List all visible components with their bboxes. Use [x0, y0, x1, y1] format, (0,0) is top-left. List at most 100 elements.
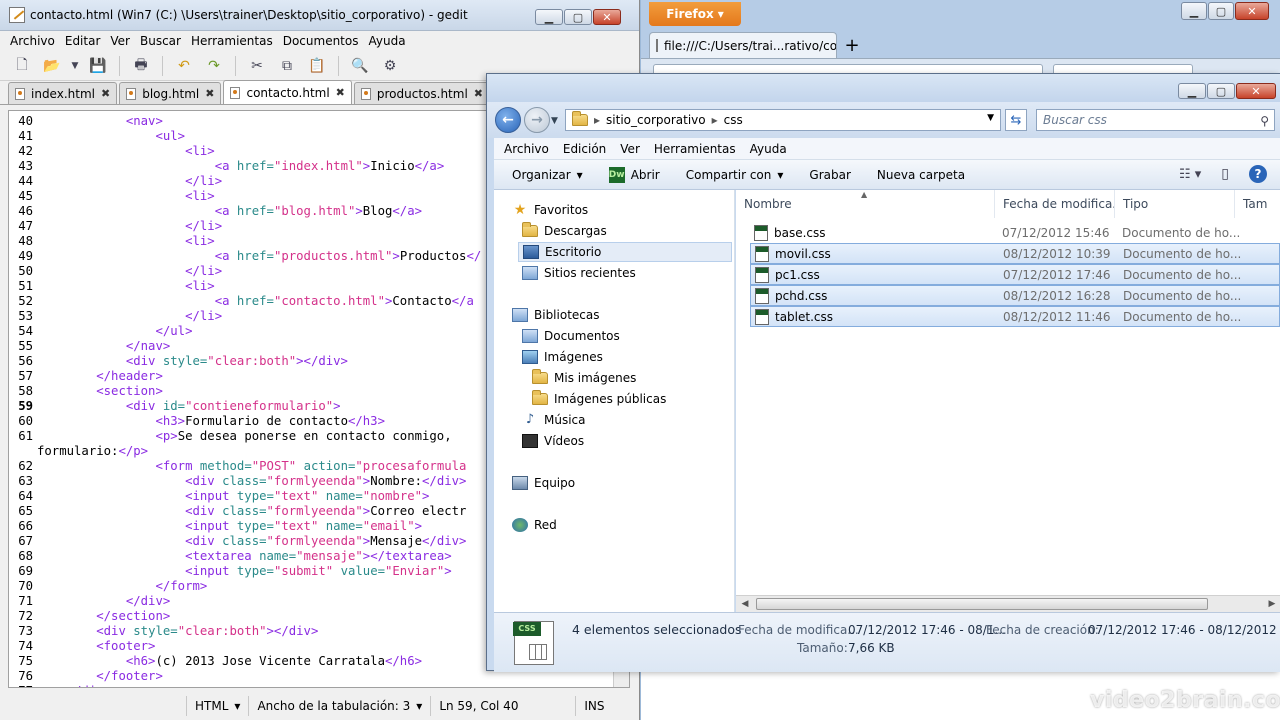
menu-ayuda[interactable]: Ayuda — [750, 142, 787, 156]
menu-documentos[interactable]: Documentos — [283, 34, 359, 48]
column-header-size[interactable]: Tam — [1235, 190, 1280, 218]
tab-width-selector[interactable]: Ancho de la tabulación: 3 ▾ — [248, 696, 430, 716]
close-tab-icon[interactable]: ✖ — [101, 87, 110, 100]
print-icon[interactable]: 🖶 — [129, 55, 153, 77]
nav-imagenes[interactable]: Imágenes — [522, 347, 603, 367]
nav-mis-imagenes[interactable]: Mis imágenes — [532, 368, 636, 388]
file-row[interactable]: pchd.css 08/12/2012 16:28 Documento de h… — [750, 285, 1280, 306]
maximize-button[interactable]: ▢ — [1207, 83, 1235, 99]
back-button[interactable]: ← — [495, 107, 521, 133]
nav-equipo[interactable]: Equipo — [512, 473, 575, 493]
line-text: <div style="clear:both"></div> — [96, 624, 319, 638]
menu-herramientas[interactable]: Herramientas — [654, 142, 736, 156]
close-button[interactable]: ✕ — [1235, 2, 1269, 20]
firefox-menu-label: Firefox — [666, 7, 714, 21]
chevron-down-icon[interactable]: ▼ — [987, 113, 994, 123]
refresh-icon[interactable]: ⇆ — [1005, 109, 1027, 131]
nav-sitios-recientes[interactable]: Sitios recientes — [522, 263, 636, 283]
line-text: <section> — [96, 384, 163, 398]
language-selector[interactable]: HTML ▾ — [186, 696, 248, 716]
undo-icon[interactable]: ↶ — [172, 55, 196, 77]
menu-editar[interactable]: Editar — [65, 34, 101, 48]
menu-ver[interactable]: Ver — [110, 34, 130, 48]
new-document-icon[interactable]: 🗋 — [10, 55, 34, 77]
chevron-down-icon[interactable]: ▼ — [70, 55, 80, 77]
redo-icon[interactable]: ↷ — [202, 55, 226, 77]
preview-pane-icon[interactable]: ▯ — [1221, 166, 1229, 182]
line-text: <input type="text" name="email"> — [185, 519, 423, 533]
minimize-button[interactable]: ▁ — [1181, 2, 1207, 20]
new-folder-button[interactable]: Nueva carpeta — [877, 168, 977, 182]
nav-escritorio[interactable]: Escritorio — [518, 242, 732, 262]
tab-index-html[interactable]: index.html ✖ — [8, 82, 118, 104]
menu-ayuda[interactable]: Ayuda — [368, 34, 405, 48]
chevron-down-icon: ▾ — [234, 699, 241, 713]
nav-descargas[interactable]: Descargas — [522, 221, 607, 241]
search-icon[interactable]: 🔍 — [348, 55, 372, 77]
nav-videos[interactable]: Vídeos — [522, 431, 584, 451]
tab-blog-html[interactable]: blog.html ✖ — [119, 82, 222, 104]
nav-bibliotecas[interactable]: Bibliotecas — [512, 305, 599, 325]
firefox-menu-button[interactable]: Firefox ▾ — [649, 2, 741, 26]
organize-button[interactable]: Organizar ▾ — [512, 168, 595, 182]
burn-button[interactable]: Grabar — [809, 168, 863, 182]
css-file-icon — [755, 266, 769, 283]
explorer-window[interactable]: ▁ ▢ ✕ ← → ▼ ▸ sitio_corporativo ▸ css ▼ … — [486, 73, 1280, 672]
view-options-icon[interactable]: ☷ ▾ — [1179, 167, 1201, 182]
replace-icon[interactable]: ⚙ — [378, 55, 402, 77]
file-row[interactable]: tablet.css 08/12/2012 11:46 Documento de… — [750, 306, 1280, 327]
close-button[interactable]: ✕ — [593, 9, 621, 25]
breadcrumb-item[interactable]: css — [724, 113, 743, 127]
close-button[interactable]: ✕ — [1236, 83, 1276, 99]
maximize-button[interactable]: ▢ — [564, 9, 592, 25]
menu-ver[interactable]: Ver — [620, 142, 640, 156]
maximize-button[interactable]: ▢ — [1208, 2, 1234, 20]
help-icon[interactable]: ? — [1249, 165, 1267, 183]
menu-archivo[interactable]: Archivo — [504, 142, 549, 156]
nav-documentos[interactable]: Documentos — [522, 326, 620, 346]
breadcrumb-item[interactable]: sitio_corporativo — [606, 113, 706, 127]
nav-favoritos[interactable]: ★ Favoritos — [512, 200, 588, 220]
recent-pages-icon[interactable]: ▼ — [551, 116, 558, 126]
new-tab-button[interactable]: + — [841, 34, 863, 56]
column-header-type[interactable]: Tipo — [1115, 190, 1235, 218]
tab-contacto-html[interactable]: contacto.html ✖ — [223, 80, 352, 104]
open-folder-icon[interactable]: 📂 — [40, 55, 64, 77]
forward-button[interactable]: → — [524, 107, 550, 133]
share-button[interactable]: Compartir con ▾ — [686, 168, 796, 182]
firefox-tab[interactable]: file:///C:/Users/trai...rativo/contacto.… — [649, 32, 837, 58]
nav-imagenes-publicas[interactable]: Imágenes públicas — [532, 389, 666, 409]
menu-archivo[interactable]: Archivo — [10, 34, 55, 48]
file-name: pc1.css — [775, 267, 820, 282]
horizontal-scrollbar[interactable]: ◀ ▶ — [736, 595, 1280, 612]
scrollbar-thumb[interactable] — [756, 598, 1208, 610]
minimize-button[interactable]: ▁ — [1178, 83, 1206, 99]
minimize-button[interactable]: ▁ — [535, 9, 563, 25]
nav-red[interactable]: Red — [512, 515, 557, 535]
file-row[interactable]: base.css 07/12/2012 15:46 Documento de h… — [750, 222, 1280, 243]
scroll-left-icon[interactable]: ◀ — [738, 597, 752, 611]
file-row[interactable]: movil.css 08/12/2012 10:39 Documento de … — [750, 243, 1280, 264]
html-file-icon — [230, 86, 241, 99]
line-number: 42 — [18, 144, 33, 158]
size-label: Tamaño: — [797, 641, 848, 655]
cut-icon[interactable]: ✂ — [245, 55, 269, 77]
file-row[interactable]: pc1.css 07/12/2012 17:46 Documento de ho… — [750, 264, 1280, 285]
column-header-date[interactable]: Fecha de modifica... — [995, 190, 1115, 218]
paste-icon[interactable]: 📋 — [305, 55, 329, 77]
menu-buscar[interactable]: Buscar — [140, 34, 181, 48]
menu-edicion[interactable]: Edición — [563, 142, 606, 156]
copy-icon[interactable]: ⧉ — [275, 55, 299, 77]
nav-musica[interactable]: ♪ Música — [522, 410, 586, 430]
menu-herramientas[interactable]: Herramientas — [191, 34, 273, 48]
close-tab-icon[interactable]: ✖ — [474, 87, 483, 100]
close-tab-icon[interactable]: ✖ — [336, 86, 345, 99]
save-icon[interactable]: 💾 — [86, 55, 110, 77]
close-tab-icon[interactable]: ✖ — [205, 87, 214, 100]
open-button[interactable]: Dw Abrir — [608, 166, 672, 183]
line-text: <ul> — [155, 129, 186, 143]
tab-productos-html[interactable]: productos.html ✖ — [353, 82, 491, 104]
search-input[interactable]: Buscar css ⚲ — [1036, 109, 1275, 131]
address-bar[interactable]: ▸ sitio_corporativo ▸ css ▼ — [565, 109, 1001, 131]
scroll-right-icon[interactable]: ▶ — [1265, 597, 1279, 611]
